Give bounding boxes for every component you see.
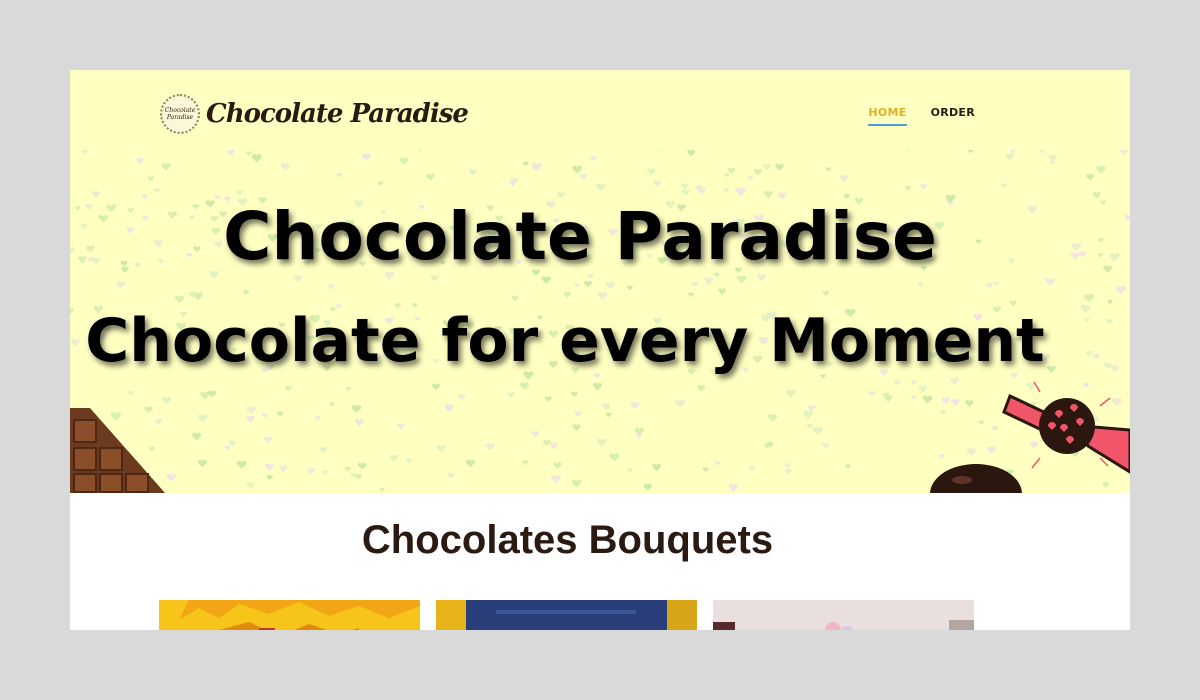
logo-badge-text-2: Paradise: [166, 114, 194, 121]
website-page: Chocolate Paradise Chocolate for every M…: [70, 70, 1130, 630]
logo-badge-text-1: Chocolate: [164, 107, 196, 114]
logo-text: Chocolate Paradise: [206, 99, 469, 129]
bouquet-card[interactable]: [436, 600, 697, 630]
logo-link[interactable]: Chocolate Paradise Chocolate Paradise: [160, 92, 469, 136]
bouquet-image-pink: [713, 600, 974, 630]
main-nav: HOME ORDER: [868, 106, 975, 126]
chocolate-bar-image: [70, 408, 165, 493]
site-header: Chocolate Paradise Chocolate Paradise HO…: [70, 70, 1130, 150]
section-title: Chocolates Bouquets: [361, 518, 774, 562]
nav-home-link[interactable]: HOME: [868, 106, 907, 126]
logo-badge-icon: Chocolate Paradise: [160, 94, 200, 134]
bouquet-card-grid: [159, 600, 974, 630]
candy-image: [1002, 381, 1130, 474]
hero-title-line2: Chocolate for every Moment: [85, 306, 1045, 376]
bouquet-image-blue: [436, 600, 697, 630]
bouquet-card[interactable]: [713, 600, 974, 630]
hero-title-line1: Chocolate Paradise: [223, 198, 937, 275]
bouquet-image-yellow: [159, 600, 420, 630]
bouquet-card[interactable]: [159, 600, 420, 630]
nav-order-link[interactable]: ORDER: [931, 106, 975, 126]
